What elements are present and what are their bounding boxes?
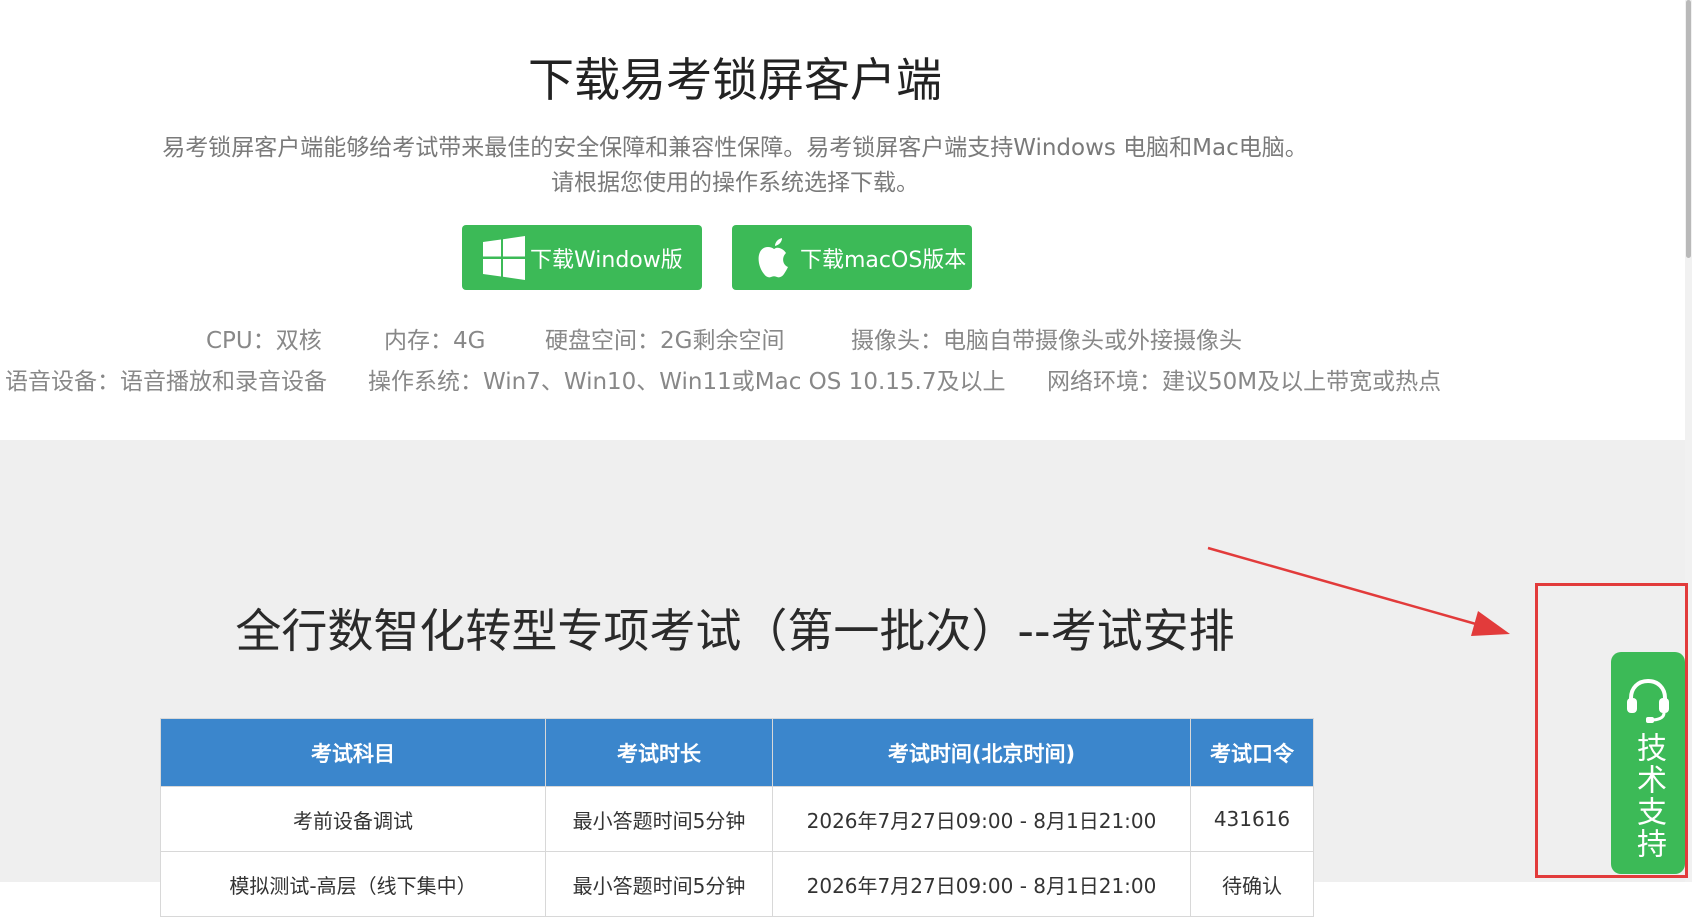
table-cell-subject: 考前设备调试 — [160, 786, 546, 852]
table-cell-duration: 最小答题时间5分钟 — [545, 851, 773, 917]
table-header-duration: 考试时长 — [545, 718, 773, 787]
download-description-line1: 易考锁屏客户端能够给考试带来最佳的安全保障和兼容性保障。易考锁屏客户端支持Win… — [162, 135, 1308, 161]
req-network: 网络环境：建议50M及以上带宽或热点 — [1047, 369, 1442, 395]
req-cpu: CPU：双核 — [206, 328, 322, 354]
table-cell-duration: 最小答题时间5分钟 — [545, 786, 773, 852]
req-os: 操作系统：Win7、Win10、Win11或Mac OS 10.15.7及以上 — [368, 369, 1006, 395]
table-header-subject: 考试科目 — [160, 718, 546, 787]
download-windows-button[interactable]: 下载Window版 — [462, 225, 702, 290]
table-cell-password: 待确认 — [1190, 851, 1314, 917]
download-section: 下载易考锁屏客户端 易考锁屏客户端能够给考试带来最佳的安全保障和兼容性保障。易考… — [0, 0, 1685, 440]
req-camera: 摄像头：电脑自带摄像头或外接摄像头 — [851, 328, 1242, 354]
table-cell-time: 2026年7月27日09:00 - 8月1日21:00 — [772, 786, 1191, 852]
table-header-password: 考试口令 — [1190, 718, 1314, 787]
download-windows-label: 下载Window版 — [530, 247, 683, 273]
table-cell-password: 431616 — [1190, 786, 1314, 852]
download-mac-label: 下载macOS版本 — [800, 247, 967, 273]
table-row: 模拟测试-高层（线下集中） 最小答题时间5分钟 2026年7月27日09:00 … — [160, 851, 1314, 917]
download-mac-button[interactable]: 下载macOS版本 — [732, 225, 972, 290]
table-row: 考前设备调试 最小答题时间5分钟 2026年7月27日09:00 - 8月1日2… — [160, 786, 1314, 852]
windows-logo-icon — [483, 235, 525, 280]
table-header-time: 考试时间(北京时间) — [772, 718, 1191, 787]
table-cell-subject: 模拟测试-高层（线下集中） — [160, 851, 546, 917]
download-title: 下载易考锁屏客户端 — [528, 53, 942, 107]
table-cell-time: 2026年7月27日09:00 - 8月1日21:00 — [772, 851, 1191, 917]
headset-icon — [1627, 678, 1669, 723]
table-header-row: 考试科目 考试时长 考试时间(北京时间) 考试口令 — [160, 718, 1314, 787]
tech-support-button[interactable]: 技术支持 — [1611, 652, 1685, 874]
exam-title: 全行数智化转型专项考试（第一批次）--考试安排 — [235, 604, 1235, 658]
apple-logo-icon — [758, 237, 788, 277]
download-description-line2: 请根据您使用的操作系统选择下载。 — [551, 170, 919, 196]
req-memory: 内存：4G — [384, 328, 486, 354]
scrollbar-thumb[interactable] — [1686, 0, 1691, 258]
exam-schedule-table: 考试科目 考试时长 考试时间(北京时间) 考试口令 考前设备调试 最小答题时间5… — [160, 718, 1314, 917]
req-audio: 语音设备：语音播放和录音设备 — [5, 369, 327, 395]
tech-support-label: 技术支持 — [1631, 732, 1666, 860]
req-disk: 硬盘空间：2G剩余空间 — [545, 328, 785, 354]
